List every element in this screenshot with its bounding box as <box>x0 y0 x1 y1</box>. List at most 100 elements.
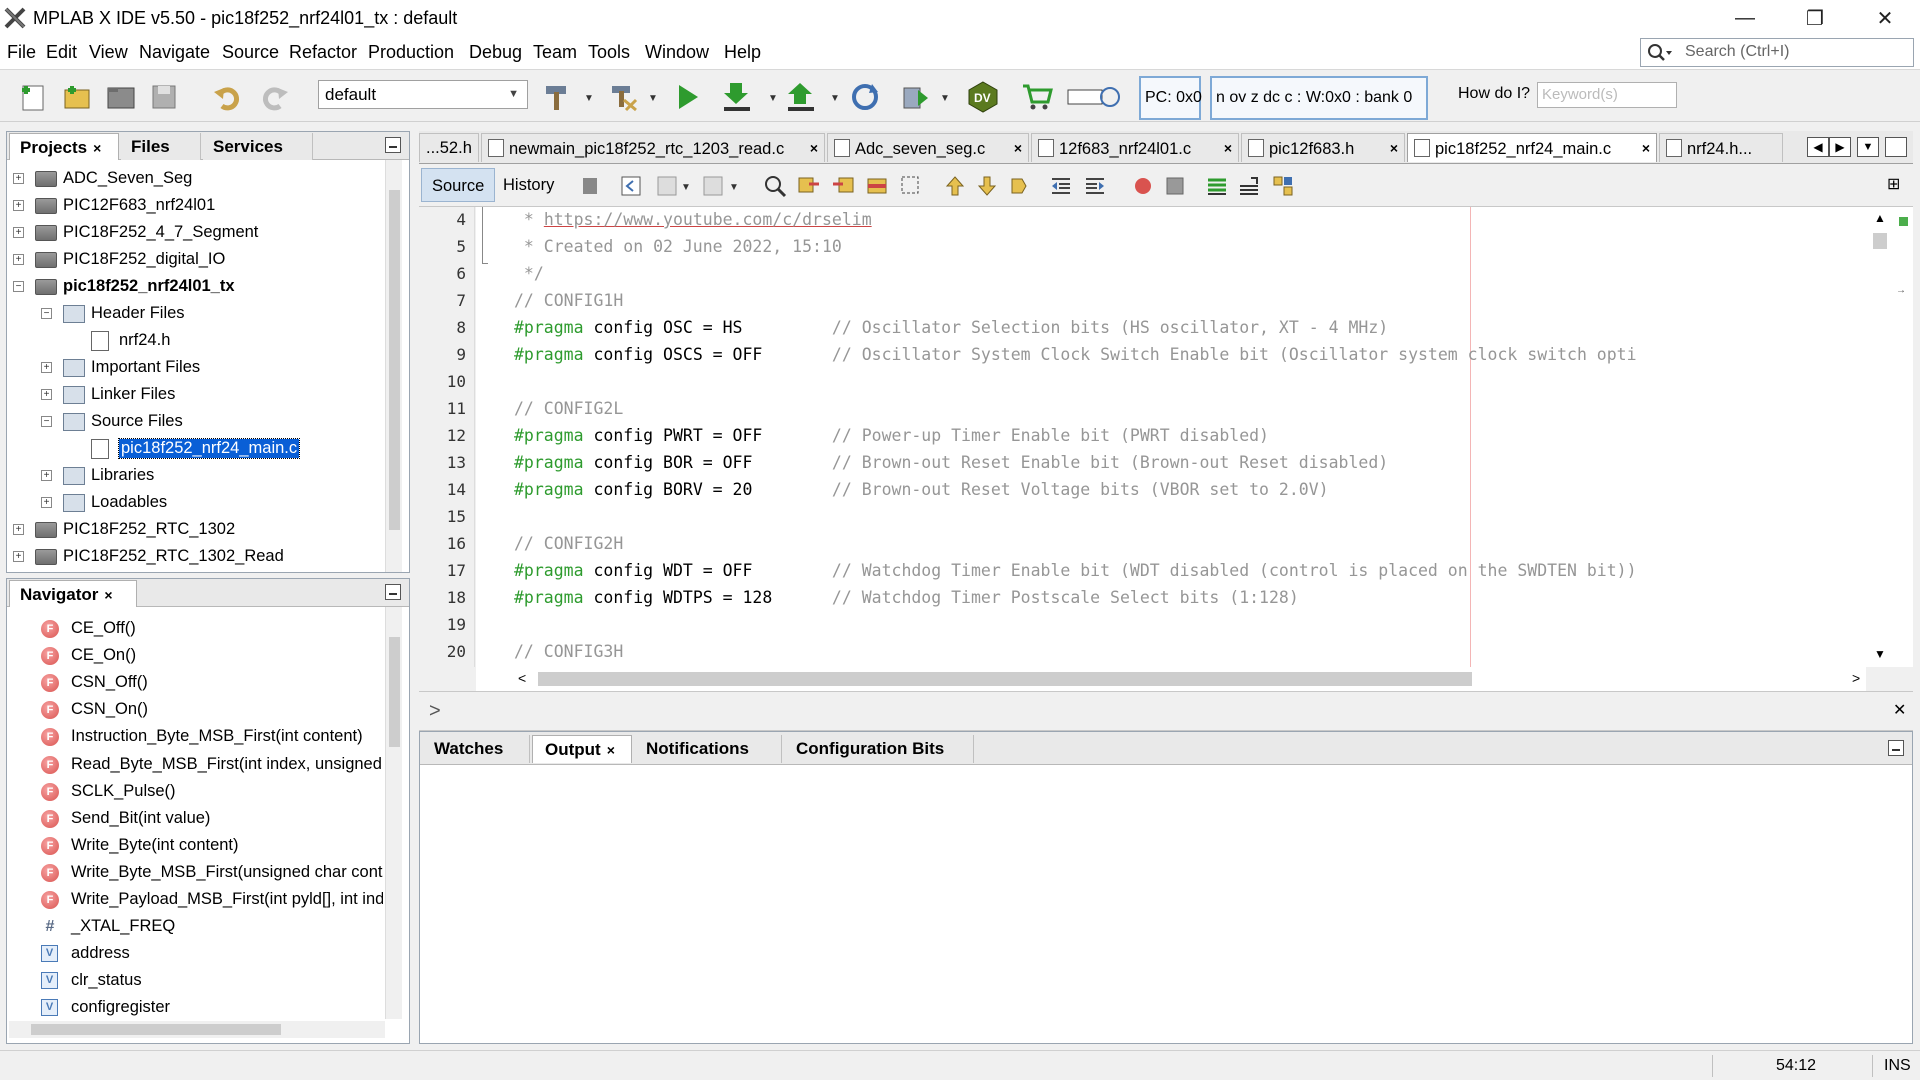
undo-icon[interactable] <box>210 80 244 114</box>
editor-tab[interactable]: Adc_seven_seg.c × <box>827 133 1029 162</box>
code-editor[interactable]: * https://www.youtube.com/c/drselim * Cr… <box>476 207 1866 667</box>
menu-window[interactable]: Window <box>645 42 709 63</box>
minimize-panel-button[interactable] <box>1888 740 1904 756</box>
code-line[interactable]: // CONFIG1H <box>514 291 623 310</box>
build-hammer-icon[interactable] <box>540 80 574 114</box>
shift-right-icon[interactable] <box>1083 174 1107 198</box>
collapse-icon[interactable]: − <box>41 416 52 427</box>
expand-icon[interactable]: + <box>41 497 52 508</box>
history-forward-icon[interactable] <box>701 174 725 198</box>
minimize-panel-button[interactable] <box>385 584 401 600</box>
close-tab-icon[interactable]: × <box>1390 140 1398 156</box>
navigator-item[interactable]: F CE_Off() <box>7 616 383 643</box>
editor-tab[interactable]: ...52.h <box>419 133 479 162</box>
scroll-tabs-left-icon[interactable]: ◀ <box>1807 137 1829 157</box>
close-tab-icon[interactable]: × <box>607 742 615 758</box>
keyword-input[interactable]: Keyword(s) <box>1537 82 1677 108</box>
editor-tab-active[interactable]: pic18f252_nrf24_main.c × <box>1407 133 1657 162</box>
next-bookmark-icon[interactable] <box>975 174 999 198</box>
expand-icon[interactable]: + <box>13 227 24 238</box>
scroll-up-icon[interactable]: ▲ <box>1874 211 1886 225</box>
tab-services[interactable]: Services <box>203 133 313 160</box>
code-line[interactable]: // CONFIG3H <box>514 642 623 661</box>
tree-item[interactable]: + Loadables <box>7 490 383 517</box>
toggle-highlight-icon[interactable] <box>865 174 889 198</box>
editor-vscrollbar[interactable]: ▲ ▼ <box>1866 207 1894 667</box>
tab-configuration-bits[interactable]: Configuration Bits <box>784 735 974 763</box>
run-icon[interactable] <box>670 80 704 114</box>
code-line[interactable]: #pragma config PWRT = OFF // Power-up Ti… <box>514 426 1269 445</box>
code-line[interactable]: // CONFIG2H <box>514 534 623 553</box>
comment-icon[interactable] <box>1205 174 1229 198</box>
tree-item[interactable]: + Linker Files <box>7 382 383 409</box>
last-edit-icon[interactable] <box>579 174 603 198</box>
tree-item[interactable]: + PIC18F252_RTC_1302 <box>7 517 383 544</box>
navigator-item[interactable]: Vconfigregister <box>7 995 383 1022</box>
tab-output[interactable]: Output × <box>532 735 632 763</box>
code-line[interactable]: #pragma config BOR = OFF // Brown-out Re… <box>514 453 1388 472</box>
search-input[interactable]: Search (Ctrl+I) <box>1640 38 1914 67</box>
tree-item[interactable]: + Libraries <box>7 463 383 490</box>
find-icon[interactable] <box>763 174 787 198</box>
tree-item[interactable]: + ADC_Seven_Seg <box>7 166 383 193</box>
collapse-icon[interactable]: − <box>13 281 24 292</box>
tab-notifications[interactable]: Notifications <box>634 735 782 763</box>
scroll-right-icon[interactable]: > <box>1852 670 1860 686</box>
navigator-item[interactable]: # _XTAL_FREQ <box>7 914 383 941</box>
tree-item[interactable]: + PIC18F252_4_7_Segment <box>7 220 383 247</box>
tree-item[interactable]: + PIC18F252_RTC_1302_Read <box>7 544 383 571</box>
fold-margin[interactable] <box>476 207 490 667</box>
code-line[interactable]: #pragma config WDT = OFF // Watchdog Tim… <box>514 561 1637 580</box>
stop-macro-recording-icon[interactable] <box>1163 174 1187 198</box>
hardware-tool-icon[interactable] <box>1066 80 1122 114</box>
forward-icon[interactable] <box>655 174 679 198</box>
previous-bookmark-icon[interactable] <box>943 174 967 198</box>
format-code-icon[interactable] <box>1271 174 1295 198</box>
close-tab-icon[interactable]: × <box>810 140 818 156</box>
make-program-icon[interactable] <box>720 80 754 114</box>
navigator-item[interactable]: F Write_Byte(int content) <box>7 833 383 860</box>
code-line[interactable]: * Created on 02 June 2022, 15:10 <box>514 237 842 256</box>
find-previous-icon[interactable] <box>797 174 821 198</box>
menu-production[interactable]: Production <box>368 42 454 63</box>
expand-icon[interactable]: + <box>13 173 24 184</box>
history-view-button[interactable]: History <box>493 168 564 202</box>
start-macro-recording-icon[interactable] <box>1131 174 1155 198</box>
navigator-hscrollbar[interactable] <box>9 1021 385 1038</box>
output-content-area[interactable] <box>420 766 1912 1043</box>
navigator-item[interactable]: F Instruction_Byte_MSB_First(int content) <box>7 724 383 751</box>
minimize-panel-button[interactable] <box>385 137 401 153</box>
editor-tab[interactable]: newmain_pic18f252_rtc_1203_read.c × <box>481 133 825 162</box>
menu-tools[interactable]: Tools <box>588 42 630 63</box>
restore-button[interactable]: ❐ <box>1780 0 1850 36</box>
close-tab-icon[interactable]: × <box>93 140 101 156</box>
redo-icon[interactable] <box>258 80 292 114</box>
expand-icon[interactable]: + <box>41 389 52 400</box>
new-project-icon[interactable] <box>60 80 94 114</box>
configuration-select[interactable]: default ▼ <box>318 80 528 109</box>
tree-item[interactable]: nrf24.h <box>7 328 383 355</box>
editor-tab[interactable]: nrf24.h... <box>1659 133 1783 162</box>
back-dropdown-icon[interactable]: ▼ <box>681 182 691 193</box>
expand-icon[interactable]: + <box>13 524 24 535</box>
build-dropdown-icon[interactable]: ▼ <box>584 93 594 104</box>
expand-icon[interactable]: + <box>13 551 24 562</box>
menu-help[interactable]: Help <box>724 42 761 63</box>
tree-item[interactable]: − pic18f252_nrf24l01_tx <box>7 274 383 301</box>
back-icon[interactable] <box>619 174 643 198</box>
menu-file[interactable]: File <box>7 42 36 63</box>
minimize-button[interactable]: — <box>1710 0 1780 36</box>
navigator-item[interactable]: F CSN_Off() <box>7 670 383 697</box>
tab-navigator[interactable]: Navigator × <box>9 580 137 607</box>
menu-refactor[interactable]: Refactor <box>289 42 357 63</box>
tree-item[interactable]: + PIC18F252_digital_IO <box>7 247 383 274</box>
debug-project-icon[interactable] <box>898 80 932 114</box>
error-stripe[interactable]: → <box>1894 207 1913 667</box>
navigator-item[interactable]: Vaddress <box>7 941 383 968</box>
editor-tab[interactable]: 12f683_nrf24l01.c × <box>1031 133 1239 162</box>
code-line[interactable]: #pragma config WDTPS = 128 // Watchdog T… <box>514 588 1299 607</box>
code-comment[interactable]: https://www.youtube.com/c/drselim <box>544 210 872 229</box>
code-line[interactable]: * https://www.youtube.com/c/drselim <box>514 210 872 229</box>
navigator-item[interactable]: F Read_Byte_MSB_First(int index, unsigned… <box>7 752 383 779</box>
tab-files[interactable]: Files <box>121 133 201 160</box>
